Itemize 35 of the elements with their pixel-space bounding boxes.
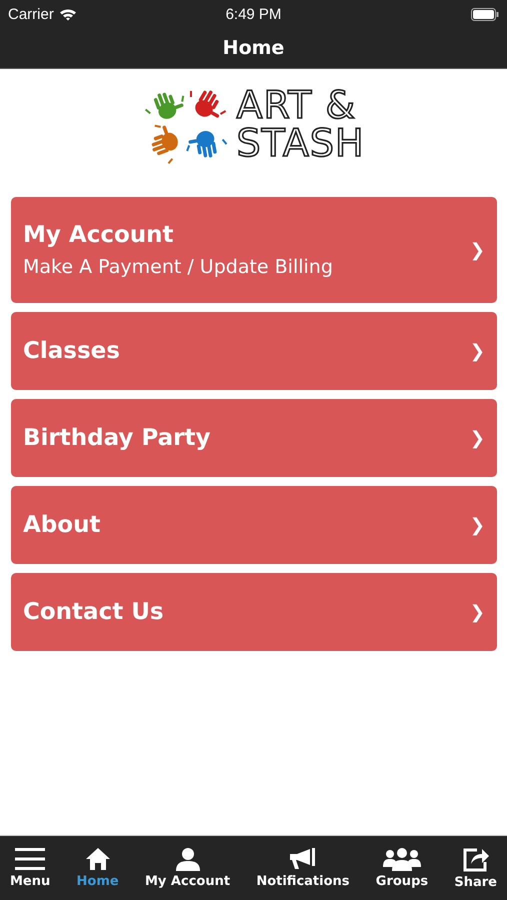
- menu-item[interactable]: Birthday Party ❯: [11, 399, 497, 477]
- logo-text: STASH: [236, 124, 365, 162]
- tab[interactable]: Share: [450, 846, 501, 890]
- menu-item[interactable]: My Account Make A Payment / Update Billing ❯: [11, 197, 497, 303]
- tab[interactable]: Groups: [372, 847, 432, 889]
- menu-item[interactable]: Contact Us ❯: [11, 573, 497, 651]
- item-title: Contact Us: [23, 599, 165, 625]
- wifi-icon: [58, 8, 77, 20]
- tab[interactable]: Menu: [6, 847, 54, 889]
- item-title: My Account: [23, 222, 174, 248]
- chevron-icon: ❯: [470, 428, 485, 448]
- tab[interactable]: Home: [72, 847, 123, 889]
- chevron-icon: ❯: [470, 514, 485, 536]
- tab[interactable]: Notifications: [252, 847, 354, 889]
- item-title: Classes: [23, 338, 121, 364]
- item-subtitle: Make A Payment / Update Billing: [23, 256, 334, 278]
- home-icon: [84, 847, 111, 871]
- chevron-icon: ❯: [470, 602, 485, 622]
- chevron-icon: ❯: [470, 340, 485, 362]
- group-icon: [382, 847, 422, 871]
- tab[interactable]: My Account: [140, 847, 234, 889]
- menu-icon: [15, 847, 46, 871]
- item-title: About: [23, 512, 102, 538]
- megaphone-icon: [288, 847, 317, 871]
- logo-text: ART &: [236, 86, 358, 124]
- clock-time: 6:49 PM: [226, 6, 282, 22]
- item-title: Birthday Party: [23, 425, 212, 451]
- menu-item[interactable]: About ❯: [11, 486, 497, 564]
- person-icon: [174, 847, 201, 871]
- chevron-icon: ❯: [470, 240, 485, 260]
- menu-item[interactable]: Classes ❯: [11, 312, 497, 390]
- screen-title: Home: [222, 37, 284, 59]
- share-icon: [462, 846, 490, 872]
- battery-icon: [471, 8, 499, 20]
- carrier-label: Carrier: [8, 6, 54, 22]
